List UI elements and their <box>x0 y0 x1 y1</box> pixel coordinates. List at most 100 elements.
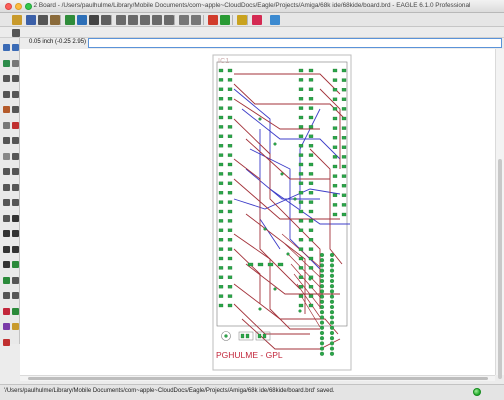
drc-icon[interactable] <box>12 323 19 330</box>
header-pad <box>332 174 338 178</box>
copy-icon[interactable] <box>12 75 19 82</box>
redo-icon[interactable] <box>191 15 201 25</box>
erc-icon[interactable] <box>3 323 10 330</box>
board-icon[interactable] <box>77 15 87 25</box>
info-icon[interactable] <box>3 44 10 51</box>
ic-pad <box>218 68 224 73</box>
ic-pad <box>218 115 224 120</box>
group-icon[interactable] <box>3 106 10 113</box>
value-icon[interactable] <box>3 168 10 175</box>
ic-pad <box>298 153 304 157</box>
ide-header-pad <box>329 278 335 284</box>
split-icon[interactable] <box>12 183 19 191</box>
hole-icon[interactable] <box>12 276 19 284</box>
header-pad <box>332 116 338 121</box>
save-icon[interactable] <box>26 15 36 25</box>
ide-header-pad <box>319 330 325 336</box>
open-icon[interactable] <box>12 15 22 25</box>
ripup-icon[interactable] <box>3 214 10 222</box>
ic-pad <box>308 153 314 157</box>
schematic-icon[interactable] <box>65 15 75 25</box>
ic-pad <box>227 285 233 289</box>
text-icon[interactable] <box>3 230 10 237</box>
ic-pad <box>227 106 233 110</box>
move-icon[interactable] <box>3 75 10 82</box>
via-icon[interactable] <box>12 261 19 268</box>
signal-icon[interactable] <box>3 276 10 284</box>
vertical-scrollbar[interactable] <box>495 49 504 379</box>
capacitor-pad <box>224 334 228 338</box>
vertical-scroll-thumb[interactable] <box>498 159 502 379</box>
arc-icon[interactable] <box>3 245 10 253</box>
script-icon[interactable] <box>89 15 99 25</box>
rotate-icon[interactable] <box>12 90 19 98</box>
print-icon[interactable] <box>38 15 48 25</box>
top-layer-trace <box>293 273 321 308</box>
element14-icon[interactable] <box>270 15 280 25</box>
ide-header-pad <box>319 325 325 330</box>
ide-header-pad <box>319 336 325 341</box>
ic-pad <box>218 87 224 91</box>
mark-icon[interactable] <box>12 59 19 67</box>
via <box>286 252 290 256</box>
delete-icon[interactable] <box>12 121 19 129</box>
ic-pad <box>298 266 304 270</box>
polygon-icon[interactable] <box>3 261 10 268</box>
zoom-fit-icon[interactable] <box>116 15 126 25</box>
redraw-icon[interactable] <box>152 15 162 25</box>
dimension-icon[interactable] <box>12 292 19 299</box>
ratsnest-icon[interactable] <box>3 307 10 315</box>
ic-pad <box>298 294 304 298</box>
help-icon[interactable] <box>237 15 247 25</box>
ic-pad <box>298 191 304 195</box>
command-line-input[interactable] <box>88 38 502 48</box>
header-pad <box>332 193 338 197</box>
mirror-icon[interactable] <box>3 90 10 98</box>
stop-icon[interactable] <box>208 15 218 25</box>
optimize-icon[interactable] <box>3 199 10 206</box>
header-pad <box>341 155 347 159</box>
go-icon[interactable] <box>220 15 230 25</box>
header-pad <box>341 164 347 169</box>
ic-pad <box>298 115 304 120</box>
horizontal-scroll-thumb[interactable] <box>28 377 488 380</box>
route-icon[interactable] <box>12 199 19 206</box>
horizontal-scrollbar[interactable] <box>20 375 495 381</box>
change-icon[interactable] <box>12 106 19 113</box>
ic-pad <box>308 303 314 308</box>
zoom-out-icon[interactable] <box>140 15 150 25</box>
lock-icon[interactable] <box>3 152 10 160</box>
undo-icon[interactable] <box>179 15 189 25</box>
via <box>280 172 284 176</box>
board-canvas[interactable]: IC1 PGHULME - GPL <box>20 49 495 375</box>
rect-icon[interactable] <box>12 245 19 253</box>
header-pad <box>341 107 347 111</box>
zoom-select-icon[interactable] <box>164 15 174 25</box>
design-link-icon[interactable] <box>252 15 262 25</box>
zoom-in-icon[interactable] <box>128 15 138 25</box>
circle-icon[interactable] <box>12 230 19 237</box>
via <box>258 307 262 311</box>
autorouter-icon[interactable] <box>12 307 19 315</box>
paste-icon[interactable] <box>3 121 10 129</box>
jumper-pad <box>257 333 262 339</box>
ic-pad <box>227 162 233 167</box>
ic-pad <box>218 285 224 289</box>
grid-icon[interactable] <box>12 29 20 37</box>
errors-icon[interactable] <box>3 338 10 346</box>
display-icon[interactable] <box>3 59 10 67</box>
attribute-icon[interactable] <box>3 292 10 299</box>
miter-icon[interactable] <box>3 183 10 191</box>
run-ulp-icon[interactable] <box>101 15 111 25</box>
wire-icon[interactable] <box>12 214 19 222</box>
replace-icon[interactable] <box>12 137 19 144</box>
ide-header-pad <box>319 284 325 289</box>
add-icon[interactable] <box>3 137 10 144</box>
jumper-pad <box>245 333 250 339</box>
ide-header-pad <box>329 315 335 320</box>
smash-icon[interactable] <box>12 168 19 175</box>
cam-processor-icon[interactable] <box>50 15 60 25</box>
name-icon[interactable] <box>12 152 19 160</box>
show-icon[interactable] <box>12 44 19 51</box>
ide-header-pad <box>319 299 325 304</box>
